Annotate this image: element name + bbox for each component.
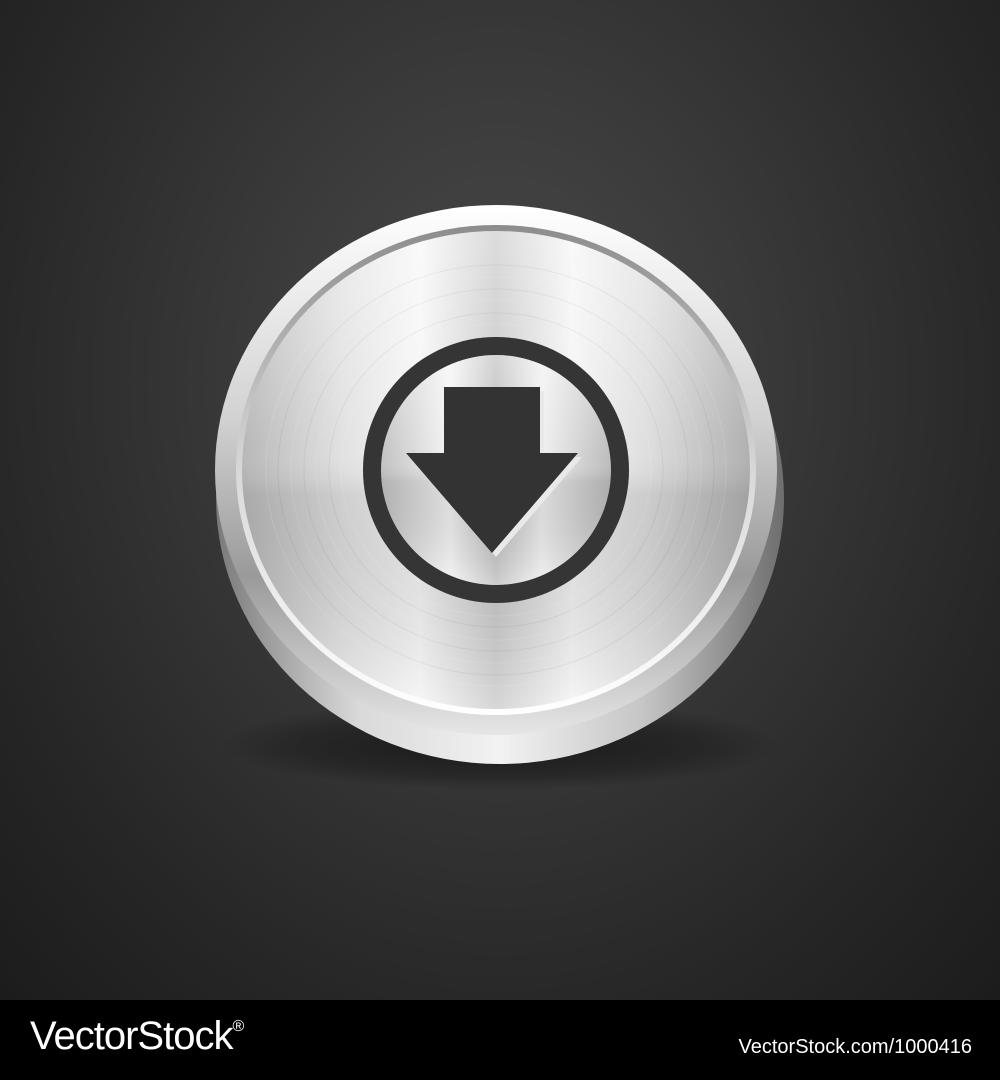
registered-mark: ®: [232, 1018, 244, 1035]
download-arrow-icon: [363, 337, 629, 603]
download-button[interactable]: [242, 231, 750, 709]
footer-bar: VectorStock® VectorStock.com/1000416: [0, 1000, 1000, 1080]
metal-button-artwork: [215, 205, 784, 790]
brand-name: VectorStock: [30, 1014, 233, 1058]
artwork: [0, 0, 1000, 1000]
brand-logo: VectorStock®: [30, 1014, 244, 1059]
image-caption: VectorStock.com/1000416: [738, 1036, 972, 1058]
